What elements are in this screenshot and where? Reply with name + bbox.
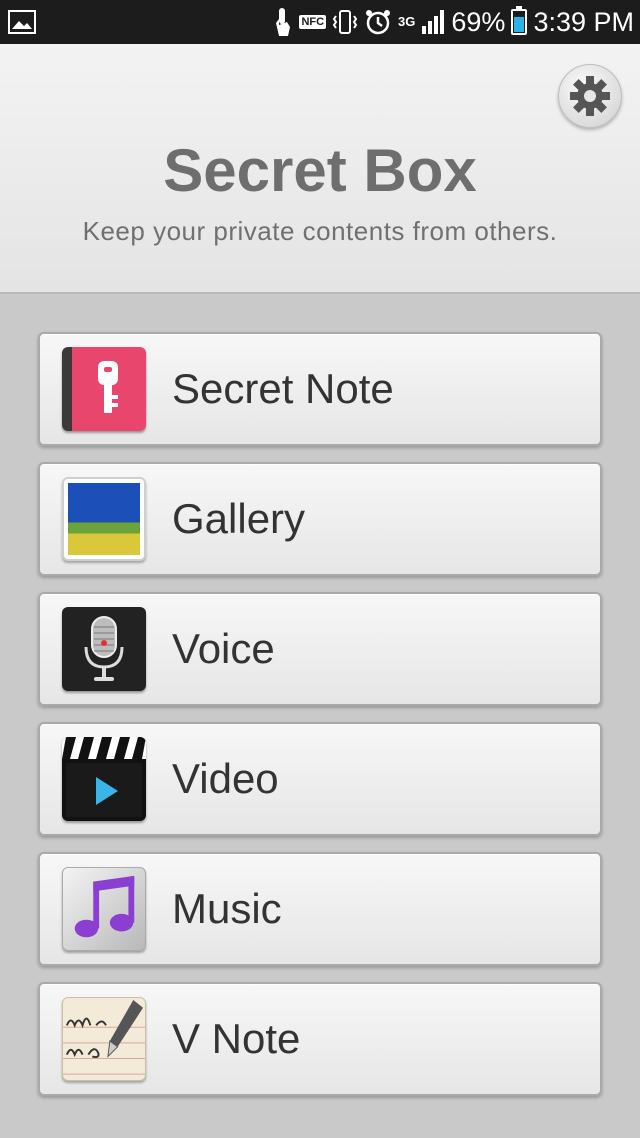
video-icon bbox=[62, 737, 146, 821]
touch-icon bbox=[273, 7, 293, 37]
secret-note-label: Secret Note bbox=[172, 365, 394, 412]
status-right: NFC 3G 69% 3:39 PM bbox=[273, 6, 634, 38]
clock: 3:39 PM bbox=[533, 6, 634, 37]
list-item-voice[interactable]: Voice bbox=[38, 592, 602, 706]
gallery-picture bbox=[68, 483, 140, 555]
voice-recorder-icon bbox=[62, 607, 146, 691]
status-bar: NFC 3G 69% 3:39 PM bbox=[0, 0, 640, 44]
video-label: Video bbox=[172, 755, 279, 802]
music-icon bbox=[62, 867, 146, 951]
page-title: Secret Box bbox=[163, 137, 477, 204]
alarm-icon bbox=[364, 8, 392, 36]
voice-label: Voice bbox=[172, 625, 275, 672]
page-subtitle: Keep your private contents from others. bbox=[82, 216, 558, 246]
list-item-secret-note[interactable]: Secret Note bbox=[38, 332, 602, 446]
signal-icon bbox=[421, 9, 445, 35]
status-left bbox=[8, 10, 36, 34]
battery-icon bbox=[511, 6, 528, 35]
battery-percent: 69% bbox=[451, 6, 506, 37]
battery-fill bbox=[514, 16, 525, 32]
secret-note-icon bbox=[62, 347, 146, 431]
gallery-icon bbox=[62, 477, 146, 561]
header: Secret Box Keep your private contents fr… bbox=[0, 44, 640, 294]
content-list: Secret Note Gallery Voice Video Music V … bbox=[38, 332, 602, 1112]
gear-icon bbox=[570, 76, 610, 116]
network-type-icon: 3G bbox=[398, 14, 416, 29]
gallery-label: Gallery bbox=[172, 495, 306, 542]
network-type-label: 3G bbox=[398, 14, 416, 29]
list-item-music[interactable]: Music bbox=[38, 852, 602, 966]
vibrate-icon bbox=[332, 8, 358, 36]
v-note-icon bbox=[62, 997, 146, 1081]
music-label: Music bbox=[172, 885, 282, 932]
nfc-icon: NFC bbox=[299, 15, 327, 29]
list-item-gallery[interactable]: Gallery bbox=[38, 462, 602, 576]
v-note-label: V Note bbox=[172, 1015, 301, 1062]
image-notification-icon bbox=[8, 10, 36, 34]
list-item-v-note[interactable]: V Note bbox=[38, 982, 602, 1096]
list-item-video[interactable]: Video bbox=[38, 722, 602, 836]
settings-button[interactable] bbox=[558, 64, 622, 128]
